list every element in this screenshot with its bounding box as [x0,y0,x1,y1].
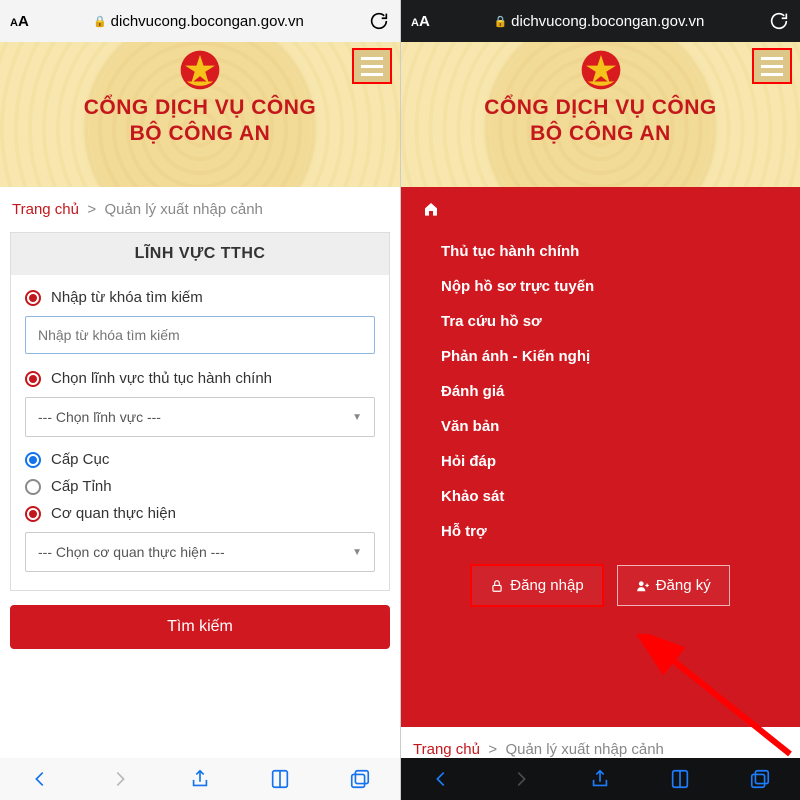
level-cuc-radio[interactable]: Cấp Cục [25,451,375,468]
url-text: dichvucong.bocongan.gov.vn [111,13,304,30]
safari-toolbar [401,758,800,800]
breadcrumb-current: Quản lý xuất nhập cảnh [104,201,262,218]
field-label[interactable]: Chọn lĩnh vực thủ tục hành chính [25,370,375,387]
url-text: dichvucong.bocongan.gov.vn [511,13,704,30]
emblem-icon [579,48,623,92]
back-icon[interactable] [29,768,51,790]
radio-icon [25,371,41,387]
radio-icon [25,290,41,306]
menu-item-hoi-dap[interactable]: Hỏi đáp [423,444,778,479]
search-button[interactable]: Tìm kiếm [10,605,390,649]
keyword-label[interactable]: Nhập từ khóa tìm kiếm [25,289,375,306]
reload-icon[interactable] [368,10,390,32]
browser-chrome: AA 🔒 dichvucong.bocongan.gov.vn [0,0,400,42]
bookmarks-icon[interactable] [269,768,291,790]
menu-item-thu-tuc[interactable]: Thủ tục hành chính [423,234,778,269]
emblem-icon [178,48,222,92]
panel-heading: LĨNH VỰC TTHC [11,233,389,275]
tabs-icon[interactable] [349,768,371,790]
radio-icon [25,479,41,495]
address-bar[interactable]: 🔒 dichvucong.bocongan.gov.vn [440,13,758,30]
breadcrumb: Trang chủ > Quản lý xuất nhập cảnh [0,187,400,228]
safari-toolbar [0,758,400,800]
breadcrumb-home[interactable]: Trang chủ [413,741,480,758]
hamburger-button[interactable] [352,48,392,84]
reload-icon[interactable] [768,10,790,32]
forward-icon [510,768,532,790]
keyword-input[interactable] [25,316,375,354]
search-panel: LĨNH VỰC TTHC Nhập từ khóa tìm kiếm Chọn… [10,232,390,591]
breadcrumb-current: Quản lý xuất nhập cảnh [505,741,663,758]
menu-item-phan-anh[interactable]: Phản ánh - Kiến nghị [423,339,778,374]
address-bar[interactable]: 🔒 dichvucong.bocongan.gov.vn [39,13,358,30]
bookmarks-icon[interactable] [669,768,691,790]
menu-item-van-ban[interactable]: Văn bản [423,409,778,444]
menu-item-ho-tro[interactable]: Hỗ trợ [423,514,778,549]
register-button[interactable]: Đăng ký [617,565,730,606]
site-title-2: BỘ CÔNG AN [401,122,800,146]
forward-icon [109,768,131,790]
tabs-icon[interactable] [749,768,771,790]
site-banner: CỔNG DỊCH VỤ CÔNG BỘ CÔNG AN [0,42,400,187]
agency-label[interactable]: Cơ quan thực hiện [25,505,375,522]
site-title-1: CỔNG DỊCH VỤ CÔNG [401,96,800,120]
browser-chrome: AA 🔒 dichvucong.bocongan.gov.vn [401,0,800,42]
back-icon[interactable] [430,768,452,790]
radio-icon [25,506,41,522]
breadcrumb-home[interactable]: Trang chủ [12,201,79,218]
field-select[interactable]: --- Chọn lĩnh vực --- ▼ [25,397,375,437]
chevron-down-icon: ▼ [352,547,362,558]
text-size-button[interactable]: AA [411,13,430,30]
share-icon[interactable] [589,768,611,790]
nav-menu: Thủ tục hành chính Nộp hồ sơ trực tuyến … [401,187,800,727]
login-button[interactable]: Đăng nhập [471,565,602,606]
home-icon[interactable] [423,201,778,222]
radio-icon [25,452,41,468]
site-title-2: BỘ CÔNG AN [0,122,400,146]
agency-select[interactable]: --- Chọn cơ quan thực hiện --- ▼ [25,532,375,572]
level-tinh-radio[interactable]: Cấp Tỉnh [25,478,375,495]
menu-item-danh-gia[interactable]: Đánh giá [423,374,778,409]
menu-item-khao-sat[interactable]: Khảo sát [423,479,778,514]
site-title-1: CỔNG DỊCH VỤ CÔNG [0,96,400,120]
menu-item-tra-cuu[interactable]: Tra cứu hồ sơ [423,304,778,339]
site-banner: CỔNG DỊCH VỤ CÔNG BỘ CÔNG AN [401,42,800,187]
hamburger-button[interactable] [752,48,792,84]
chevron-down-icon: ▼ [352,412,362,423]
lock-icon: 🔒 [93,15,107,28]
text-size-button[interactable]: AA [10,13,29,30]
share-icon[interactable] [189,768,211,790]
lock-icon: 🔒 [493,15,507,28]
breadcrumb: Trang chủ > Quản lý xuất nhập cảnh [401,727,800,758]
menu-item-nop-ho-so[interactable]: Nộp hồ sơ trực tuyến [423,269,778,304]
